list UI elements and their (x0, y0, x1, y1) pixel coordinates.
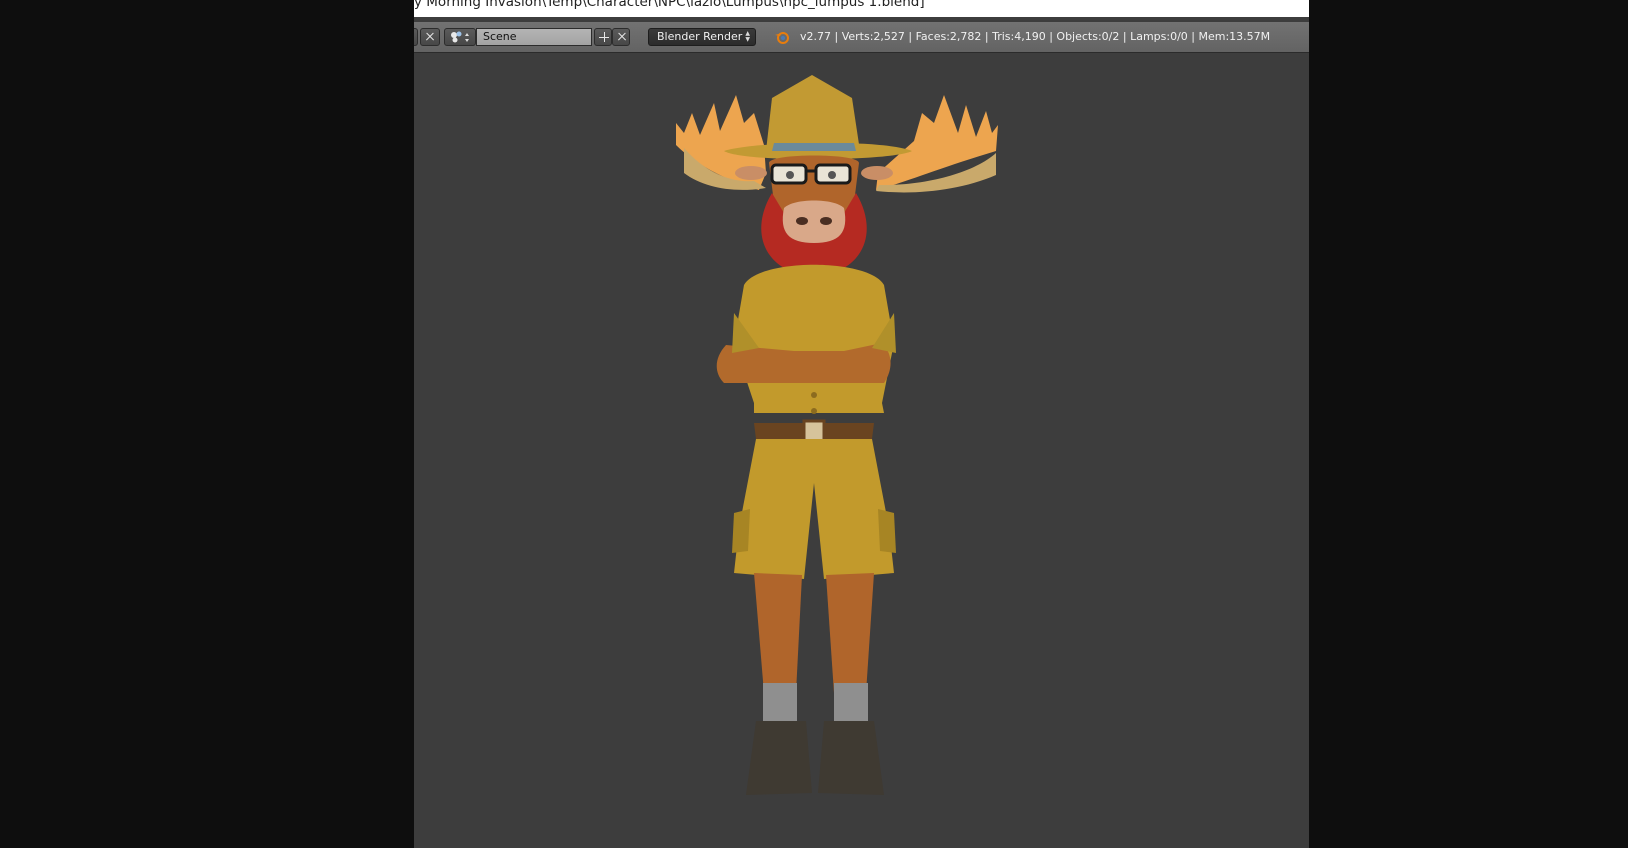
render-engine-label: Blender Render (657, 30, 743, 43)
left-ear (735, 166, 767, 180)
info-header: Scene Blender Render ▲ ▼ v2.77 | Verts:2,… (414, 22, 1309, 53)
shorts (734, 439, 894, 579)
updown-arrows-icon: ▲ ▼ (745, 30, 750, 43)
left-boot (746, 721, 812, 795)
scene-statistics: v2.77 | Verts:2,527 | Faces:2,782 | Tris… (800, 30, 1271, 43)
close-icon[interactable] (612, 28, 630, 46)
window-title: y Morning Invasion\Temp\Character\NPC\la… (414, 0, 925, 10)
window-title-bar: y Morning Invasion\Temp\Character\NPC\la… (414, 0, 1309, 17)
left-leg (754, 573, 802, 693)
moose-character (676, 75, 998, 795)
scene-name-field[interactable]: Scene (476, 28, 592, 46)
blender-logo-icon (775, 32, 789, 44)
left-sock (763, 683, 797, 723)
right-leg (826, 573, 874, 693)
blender-window: y Morning Invasion\Temp\Character\NPC\la… (414, 0, 1309, 848)
add-icon[interactable] (594, 28, 612, 46)
close-icon[interactable] (420, 28, 440, 46)
muzzle (782, 200, 846, 243)
right-ear (861, 166, 893, 180)
menu-edge-button[interactable] (414, 28, 418, 46)
right-boot (818, 721, 884, 795)
hat-crown (766, 75, 860, 151)
scene-browse-icon (451, 31, 469, 43)
right-sock (834, 683, 868, 723)
3d-viewport[interactable] (414, 53, 1309, 848)
render-engine-select[interactable]: Blender Render ▲ ▼ (648, 28, 756, 46)
shirt (734, 264, 894, 413)
scene-browse-button[interactable] (444, 28, 476, 46)
